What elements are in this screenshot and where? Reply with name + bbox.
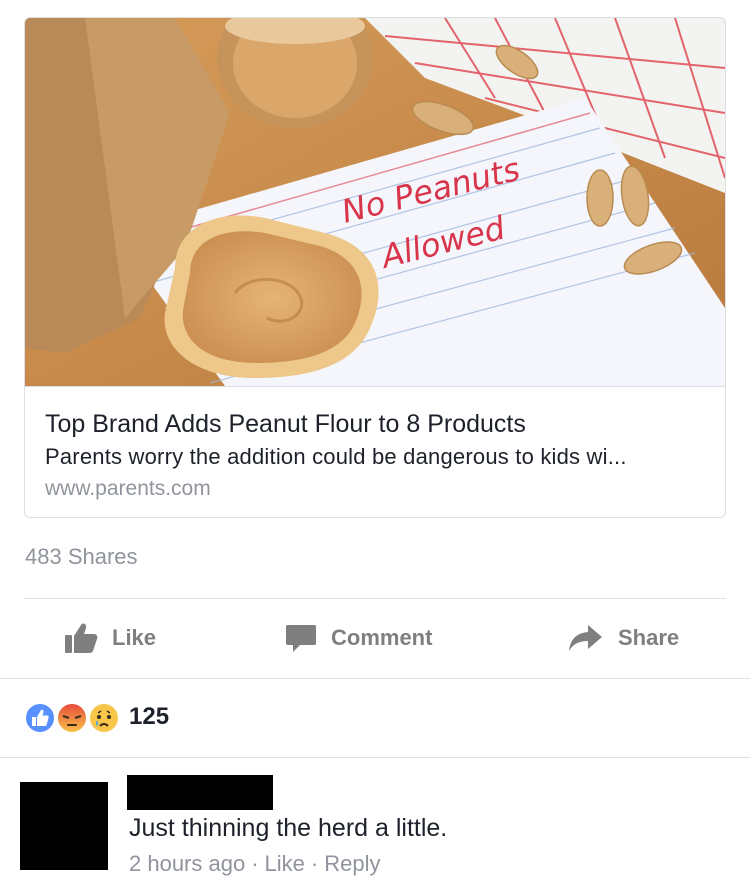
separator-dot: · <box>251 851 259 876</box>
reaction-count: 125 <box>129 703 170 730</box>
comment-reply-link[interactable]: Reply <box>324 851 380 877</box>
share-label: Share <box>618 625 680 650</box>
shares-count[interactable]: 483 Shares <box>25 544 138 570</box>
link-text-area[interactable]: Top Brand Adds Peanut Flour to 8 Product… <box>25 386 725 517</box>
link-domain: www.parents.com <box>45 477 211 500</box>
share-button[interactable]: Share <box>568 600 679 676</box>
divider <box>0 757 750 758</box>
thumbs-up-icon <box>65 623 98 653</box>
like-label: Like <box>112 625 157 650</box>
comment-label: Comment <box>331 625 433 650</box>
comment-bubble-icon <box>286 625 316 652</box>
article-image[interactable]: No Peanuts Allowed <box>25 18 725 386</box>
comment-meta: 2 hours ago · Like · Reply <box>129 851 380 877</box>
like-reaction-icon <box>24 702 56 734</box>
avatar[interactable] <box>20 782 108 870</box>
like-button[interactable]: Like <box>64 600 156 676</box>
angry-reaction-icon <box>56 702 88 734</box>
reactions-summary[interactable]: 125 <box>22 698 222 738</box>
link-description: Parents worry the addition could be dang… <box>45 444 627 469</box>
comment-timestamp[interactable]: 2 hours ago <box>129 851 245 877</box>
sad-reaction-icon <box>88 702 120 734</box>
share-arrow-icon <box>569 625 602 651</box>
comment-button[interactable]: Comment <box>285 600 432 676</box>
divider <box>0 678 750 679</box>
link-title[interactable]: Top Brand Adds Peanut Flour to 8 Product… <box>45 409 526 439</box>
divider <box>24 598 726 599</box>
link-preview-card[interactable]: No Peanuts Allowed Top Brand Adds Peanut… <box>24 17 726 518</box>
commenter-name-redacted[interactable] <box>127 775 273 810</box>
comment-like-link[interactable]: Like <box>265 851 305 877</box>
separator-dot: · <box>310 851 319 876</box>
action-bar: Like Comment Share <box>0 600 750 676</box>
comment-text: Just thinning the herd a little. <box>129 814 448 842</box>
